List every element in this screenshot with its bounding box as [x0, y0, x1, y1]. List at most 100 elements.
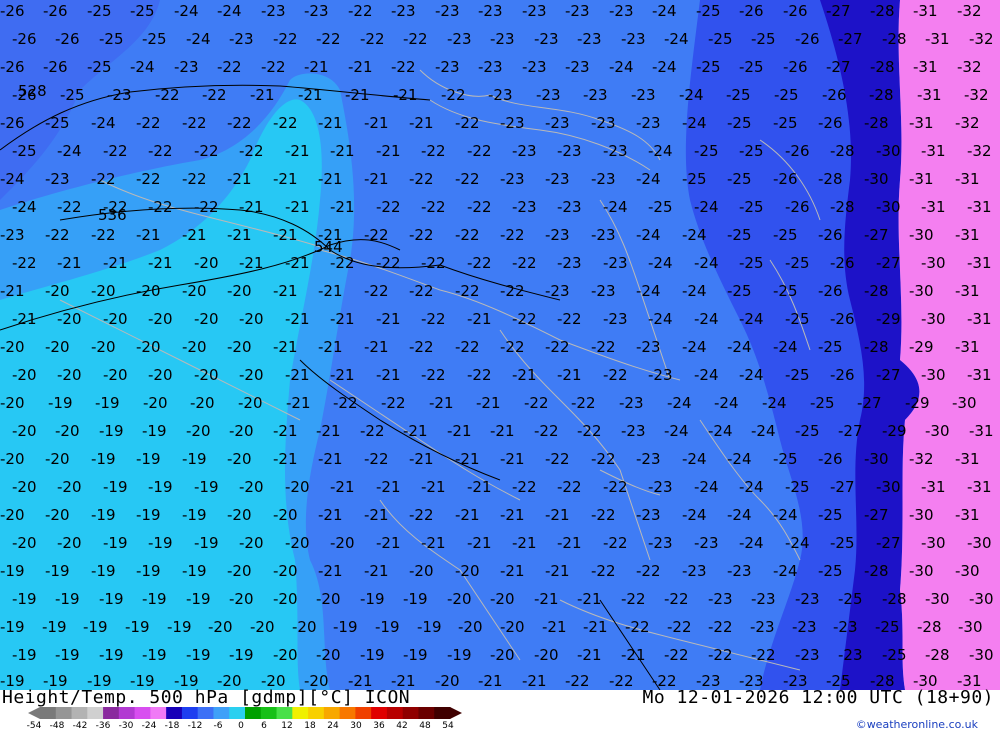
contour-label: -21 [545, 562, 570, 580]
contour-label: -20 [186, 422, 211, 440]
contour-label: -21 [557, 534, 582, 552]
contour-label: -22 [91, 226, 116, 244]
contour-label: -23 [261, 2, 286, 20]
contour-label: -21 [409, 450, 434, 468]
contour-label: -20 [12, 534, 37, 552]
contour-label: -21 [393, 86, 418, 104]
scale-tick-label: -18 [164, 721, 180, 731]
contour-label: -22 [364, 226, 389, 244]
contour-label: -30 [876, 142, 901, 160]
contour-label: -22 [155, 86, 180, 104]
contour-label: -19 [55, 590, 80, 608]
scale-tick-label: 12 [281, 721, 293, 731]
contour-label: -31 [913, 2, 938, 20]
contour-label: -20 [0, 394, 25, 412]
contour-label: -32 [969, 30, 994, 48]
contour-label: -30 [967, 534, 992, 552]
contour-label: -30 [864, 450, 889, 468]
scale-tick-label: -12 [187, 721, 203, 731]
contour-label: -19 [103, 478, 128, 496]
contour-label: -22 [467, 142, 492, 160]
contour-label: -23 [545, 282, 570, 300]
contour-label: -24 [773, 338, 798, 356]
contour-label: -22 [512, 310, 537, 328]
contour-label: -19 [148, 534, 173, 552]
contour-label: -22 [376, 198, 401, 216]
contour-label: -26 [785, 198, 810, 216]
contour-label: -21 [476, 394, 501, 412]
contour-label: -26 [818, 226, 843, 244]
contour-label: -23 [512, 142, 537, 160]
contour-label: -20 [194, 310, 219, 328]
contour-label: -32 [955, 114, 980, 132]
contour-label: -22 [57, 198, 82, 216]
contour-label: -22 [441, 86, 466, 104]
contour-label: -22 [512, 254, 537, 272]
contour-label: -21 [429, 394, 454, 412]
scale-swatch [371, 707, 388, 719]
contour-label: -30 [921, 254, 946, 272]
contour-label: -20 [250, 618, 275, 636]
scale-swatch [323, 707, 341, 719]
contour-label: -21 [285, 198, 310, 216]
contour-label: -25 [727, 114, 752, 132]
contour-label: -24 [682, 114, 707, 132]
contour-label: -22 [330, 254, 355, 272]
contour-label: -24 [664, 30, 689, 48]
contour-label: -26 [43, 2, 68, 20]
contour-label: -24 [739, 366, 764, 384]
scale-swatch [87, 707, 104, 719]
contour-label: -20 [103, 310, 128, 328]
contour-label: -20 [490, 646, 515, 664]
contour-label: -25 [773, 114, 798, 132]
scale-swatch [339, 707, 356, 719]
contour-label: -21 [239, 254, 264, 272]
contour-label: -22 [409, 506, 434, 524]
contour-label: -22 [603, 534, 628, 552]
contour-label: -22 [421, 310, 446, 328]
scale-swatch [402, 707, 419, 719]
contour-label: -20 [55, 422, 80, 440]
contour-label: -20 [447, 590, 472, 608]
contour-label: -31 [967, 366, 992, 384]
contour-label: -19 [83, 618, 108, 636]
contour-label: -22 [664, 646, 689, 664]
contour-label: -23 [636, 450, 661, 468]
contour-label: -31 [955, 226, 980, 244]
contour-label: -21 [330, 198, 355, 216]
contour-label: -23 [229, 30, 254, 48]
contour-label: -25 [708, 30, 733, 48]
contour-label: -22 [91, 170, 116, 188]
contour-label: -20 [458, 618, 483, 636]
contour-label: -30 [921, 366, 946, 384]
contour-label: -23 [833, 618, 858, 636]
contour-label: -19 [48, 394, 73, 412]
contour-label: -28 [818, 170, 843, 188]
weather-map: -26 -26 -25 -25 -24 -24 -23 -23 -22 -23 -23 -23 -23-… [0, 0, 1000, 690]
contour-label: -20 [292, 618, 317, 636]
contour-label: -23 [557, 254, 582, 272]
contour-label: -27 [857, 394, 882, 412]
contour-label: -20 [0, 338, 25, 356]
contour-label: -23 [636, 506, 661, 524]
contour-label: -19 [0, 562, 25, 580]
contour-label: -26 [783, 2, 808, 20]
contour-label: -22 [409, 338, 434, 356]
contour-label: -25 [130, 2, 155, 20]
contour-label: -24 [739, 534, 764, 552]
contour-label: -31 [913, 58, 938, 76]
contour-label: -26 [830, 254, 855, 272]
contour-label: -28 [830, 198, 855, 216]
contour-label: -27 [830, 478, 855, 496]
contour-label: -23 [636, 338, 661, 356]
site-credit[interactable]: ©weatheronline.co.uk [856, 718, 978, 731]
contour-label: -21 [376, 366, 401, 384]
contour-label: -20 [12, 366, 37, 384]
contour-label: -20 [227, 338, 252, 356]
contour-label: -23 [792, 618, 817, 636]
contour-label: -21 [534, 590, 559, 608]
contour-label: -23 [522, 58, 547, 76]
scale-tick-label: 30 [350, 721, 362, 731]
contour-label: -22 [455, 170, 480, 188]
contour-label: -24 [773, 506, 798, 524]
